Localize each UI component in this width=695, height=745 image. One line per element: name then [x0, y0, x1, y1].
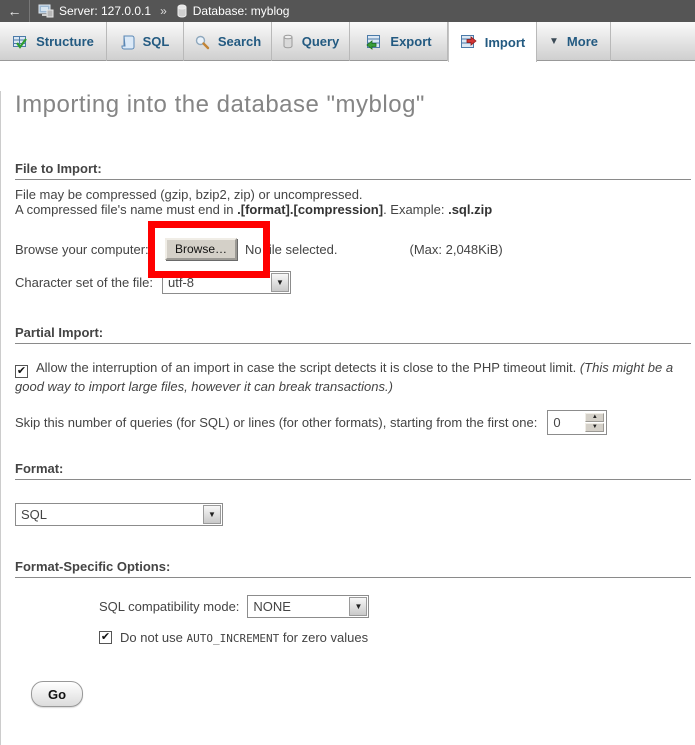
tab-import[interactable]: Import — [448, 22, 537, 62]
main-content: Importing into the database "myblog" Fil… — [0, 91, 695, 745]
compression-example: .sql.zip — [448, 202, 492, 217]
section-heading-format-options: Format-Specific Options: — [15, 559, 691, 578]
select-arrow-icon[interactable]: ▼ — [349, 597, 367, 616]
select-arrow-icon[interactable]: ▼ — [203, 505, 221, 524]
skip-queries-stepper[interactable]: 0 ▲ ▼ — [547, 410, 607, 435]
tab-bar-filler — [611, 22, 695, 61]
zero-values-checkbox[interactable]: ✔ — [99, 631, 112, 644]
compression-line2-mid: . Example: — [383, 202, 448, 217]
tab-label: Search — [218, 34, 261, 49]
browse-label: Browse your computer: — [15, 242, 165, 257]
breadcrumb-separator: » — [160, 4, 167, 18]
import-icon — [460, 34, 477, 50]
format-row: SQL ▼ — [15, 503, 691, 526]
breadcrumb-server[interactable]: Server: 127.0.0.1 — [59, 4, 151, 18]
compression-line1: File may be compressed (gzip, bzip2, zip… — [15, 187, 363, 202]
page-title: Importing into the database "myblog" — [15, 91, 691, 119]
sql-compat-select[interactable]: NONE ▼ — [247, 595, 369, 618]
charset-select[interactable]: utf-8 ▼ — [162, 271, 291, 294]
tab-structure[interactable]: Structure — [0, 22, 107, 61]
chevron-down-icon: ▼ — [549, 36, 559, 47]
server-icon — [38, 4, 54, 18]
go-row: Go — [31, 681, 691, 707]
compression-format-hint: .[format].[compression] — [237, 202, 383, 217]
tab-label: Structure — [36, 34, 94, 49]
breadcrumb-bar: ← Server: 127.0.0.1 » Database: myblog — [0, 0, 695, 22]
sql-compat-row: SQL compatibility mode: NONE ▼ — [99, 594, 691, 619]
select-arrow-icon[interactable]: ▼ — [271, 273, 289, 292]
sql-compat-select-value: NONE — [248, 596, 348, 617]
zero-values-code: AUTO_INCREMENT — [187, 632, 280, 645]
stepper-buttons: ▲ ▼ — [585, 413, 604, 432]
charset-select-value: utf-8 — [163, 272, 270, 293]
tab-export[interactable]: Export — [350, 22, 448, 61]
allow-interrupt-checkbox[interactable]: ✔ — [15, 365, 28, 378]
section-heading-format: Format: — [15, 461, 691, 480]
tab-query[interactable]: Query — [272, 22, 350, 61]
stepper-up-icon[interactable]: ▲ — [585, 413, 604, 422]
tab-label: Import — [485, 35, 525, 50]
zero-values-label: Do not use AUTO_INCREMENT for zero value… — [120, 630, 368, 645]
tab-label: Query — [302, 34, 340, 49]
go-button[interactable]: Go — [31, 681, 83, 707]
allow-interrupt-label: Allow the interruption of an import in c… — [36, 360, 580, 375]
format-select[interactable]: SQL ▼ — [15, 503, 223, 526]
allow-interrupt-row: ✔ Allow the interruption of an import in … — [15, 359, 691, 396]
browse-button[interactable]: Browse… — [165, 238, 237, 260]
search-icon — [194, 34, 210, 50]
tab-label: SQL — [143, 34, 170, 49]
tab-more[interactable]: ▼ More — [537, 22, 611, 61]
tab-search[interactable]: Search — [184, 22, 272, 61]
browse-row: Browse your computer: Browse… No file se… — [15, 237, 691, 261]
zero-values-prefix: Do not use — [120, 630, 187, 645]
zero-values-suffix: for zero values — [279, 630, 368, 645]
tab-bar: Structure SQL Search Query — [0, 22, 695, 61]
back-arrow-icon[interactable]: ← — [0, 0, 30, 22]
tab-label: More — [567, 34, 598, 49]
breadcrumb: Server: 127.0.0.1 » Database: myblog — [38, 4, 289, 18]
sql-compat-label: SQL compatibility mode: — [99, 599, 239, 614]
charset-row: Character set of the file: utf-8 ▼ — [15, 271, 691, 294]
no-file-selected-text: No file selected. — [245, 242, 338, 257]
structure-icon — [12, 34, 28, 50]
section-heading-partial-import: Partial Import: — [15, 325, 691, 344]
export-icon — [365, 34, 382, 50]
compression-line2-prefix: A compressed file's name must end in — [15, 202, 237, 217]
sql-icon — [121, 34, 135, 50]
database-icon — [176, 4, 188, 18]
breadcrumb-database[interactable]: Database: myblog — [193, 4, 290, 18]
max-upload-size: (Max: 2,048KiB) — [410, 242, 503, 257]
compression-info-text: File may be compressed (gzip, bzip2, zip… — [15, 187, 691, 217]
query-icon — [282, 34, 294, 49]
format-select-value: SQL — [16, 504, 202, 525]
skip-queries-label: Skip this number of queries (for SQL) or… — [15, 415, 537, 430]
section-heading-file-to-import: File to Import: — [15, 161, 691, 180]
charset-label: Character set of the file: — [15, 275, 162, 290]
stepper-down-icon[interactable]: ▼ — [585, 423, 604, 432]
tab-sql[interactable]: SQL — [107, 22, 184, 61]
zero-values-row: ✔ Do not use AUTO_INCREMENT for zero val… — [99, 630, 691, 645]
skip-queries-row: Skip this number of queries (for SQL) or… — [15, 409, 691, 435]
tab-label: Export — [390, 34, 431, 49]
skip-queries-value: 0 — [548, 411, 585, 434]
